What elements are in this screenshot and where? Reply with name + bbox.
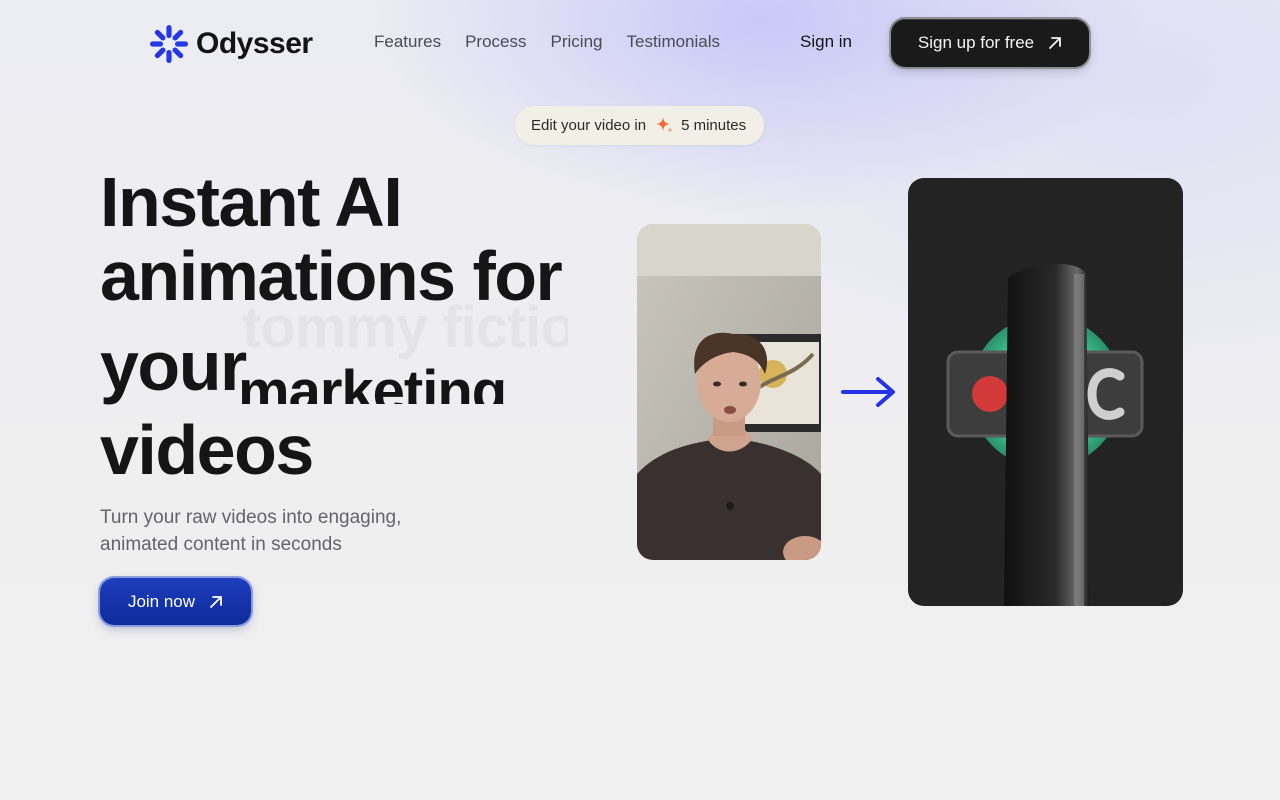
person-video-thumbnail[interactable] <box>637 224 821 560</box>
join-now-button[interactable]: Join now <box>100 578 251 625</box>
person-video-image <box>637 224 821 560</box>
brand-logo[interactable]: Odysser <box>150 24 313 64</box>
rotating-word-previous: tommy fiction <box>242 296 568 360</box>
arrow-up-right-icon <box>210 595 222 608</box>
animated-record-button-clip[interactable] <box>908 178 1183 606</box>
nav-links: Features Process Pricing Testimonials <box>374 32 744 52</box>
asterisk-logo-icon <box>150 25 188 63</box>
join-now-label: Join now <box>127 591 196 611</box>
nav-link-process[interactable]: Process <box>465 32 526 52</box>
arrow-right-icon <box>841 377 895 407</box>
hero-subtitle: Turn your raw videos into engaging, anim… <box>100 507 402 555</box>
hero-line-1: Instant AI <box>100 163 403 241</box>
sign-up-button[interactable]: Sign up for free <box>891 19 1089 67</box>
badge-prefix: Edit your video in <box>531 117 647 134</box>
nav-link-testimonials[interactable]: Testimonials <box>626 32 720 52</box>
hero-line-3: your <box>100 327 247 405</box>
sign-in-link[interactable]: Sign in <box>800 32 852 52</box>
top-navigation: Odysser Features Process Pricing Testimo… <box>0 0 1280 86</box>
arrow-up-right-icon <box>1049 37 1062 49</box>
rotating-word-window: tommy fiction marketing <box>238 296 568 404</box>
rotating-word: marketing <box>238 359 507 404</box>
nav-link-pricing[interactable]: Pricing <box>551 32 603 52</box>
badge-suffix: 5 minutes <box>681 117 747 134</box>
animation-preview-image <box>908 178 1183 606</box>
edit-time-badge: Edit your video in 5 minutes <box>515 106 764 145</box>
brand-name: Odysser <box>196 27 313 60</box>
sparkle-icon <box>656 116 674 133</box>
nav-link-features[interactable]: Features <box>374 32 441 52</box>
hero-line-4: videos <box>100 411 314 489</box>
sign-up-label: Sign up for free <box>917 33 1035 52</box>
